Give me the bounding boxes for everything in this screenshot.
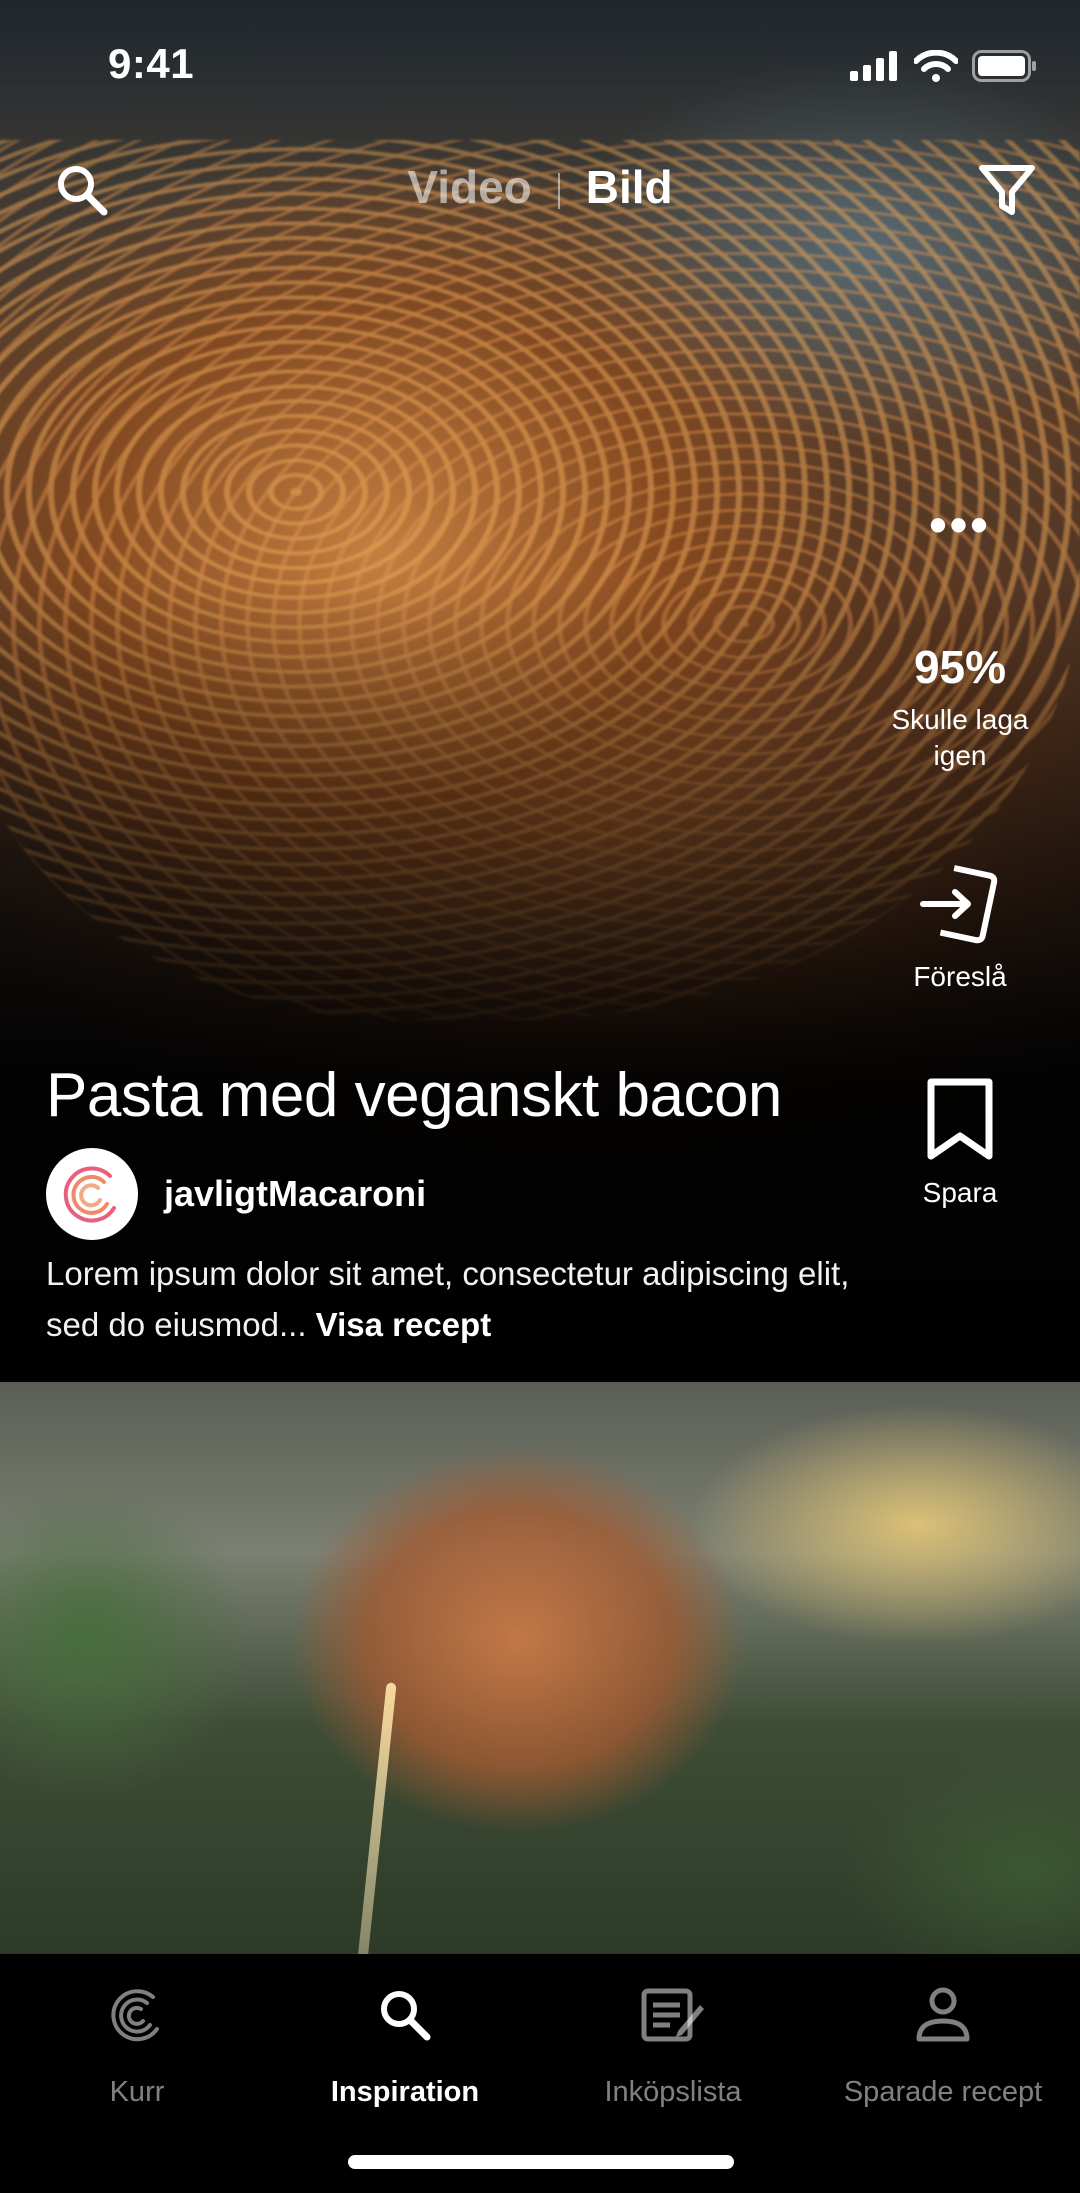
recipe-title[interactable]: Pasta med veganskt bacon — [46, 1060, 782, 1131]
save-label: Spara — [922, 1177, 998, 1208]
rating-value: 95% — [913, 641, 1007, 693]
rating-label-line2: igen — [933, 740, 987, 771]
filter-icon — [979, 165, 1035, 215]
mode-image-tab[interactable]: Bild — [586, 161, 673, 213]
nav-item-saved-recipes[interactable]: Sparade recept — [808, 1980, 1078, 2109]
more-options-button[interactable]: ••• — [860, 500, 1060, 550]
nav-label-shopping-list: Inköpslista — [604, 2076, 742, 2108]
battery-icon — [972, 50, 1036, 82]
author-row[interactable]: javligtMacaroni — [46, 1148, 426, 1240]
wifi-icon — [914, 50, 958, 82]
next-recipe-image[interactable] — [0, 1382, 1080, 1954]
media-mode-switch: Video Bild — [0, 160, 1080, 214]
would-cook-again-rating: 95% Skulle laga igen — [860, 640, 1060, 774]
save-button[interactable]: Spara — [860, 1078, 1060, 1209]
shopping-list-icon — [641, 1988, 704, 2042]
recipe-description: Lorem ipsum dolor sit amet, consectetur … — [46, 1248, 866, 1350]
oil-stream — [357, 1682, 397, 1954]
nav-item-kurr[interactable]: Kurr — [2, 1980, 272, 2109]
suggest-label: Föreslå — [913, 961, 1007, 992]
show-recipe-link[interactable]: Visa recept — [316, 1306, 492, 1343]
avatar[interactable] — [46, 1148, 138, 1240]
kurr-logo-icon — [111, 1989, 159, 2042]
author-name[interactable]: javligtMacaroni — [164, 1173, 426, 1215]
nav-label-saved-recipes: Sparade recept — [843, 2076, 1043, 2108]
rating-label-line1: Skulle laga — [891, 704, 1029, 735]
nav-label-kurr: Kurr — [109, 2076, 165, 2108]
nav-label-inspiration: Inspiration — [330, 2076, 480, 2108]
mode-video-tab[interactable]: Video — [407, 161, 531, 213]
filter-button[interactable] — [976, 160, 1038, 222]
bookmark-icon — [927, 1078, 993, 1160]
nav-item-inspiration[interactable]: Inspiration — [270, 1980, 540, 2109]
status-icons — [850, 50, 1038, 82]
search-icon — [381, 1991, 431, 2041]
status-time: 9:41 — [108, 40, 195, 87]
user-icon — [916, 1987, 970, 2042]
suggest-icon — [920, 865, 998, 944]
home-indicator[interactable] — [348, 2155, 734, 2169]
kurr-logo-icon — [63, 1166, 116, 1223]
nav-item-shopping-list[interactable]: Inköpslista — [538, 1980, 808, 2109]
signal-icon — [850, 51, 897, 81]
suggest-button[interactable]: Föreslå — [860, 860, 1060, 993]
mode-separator — [557, 172, 560, 209]
